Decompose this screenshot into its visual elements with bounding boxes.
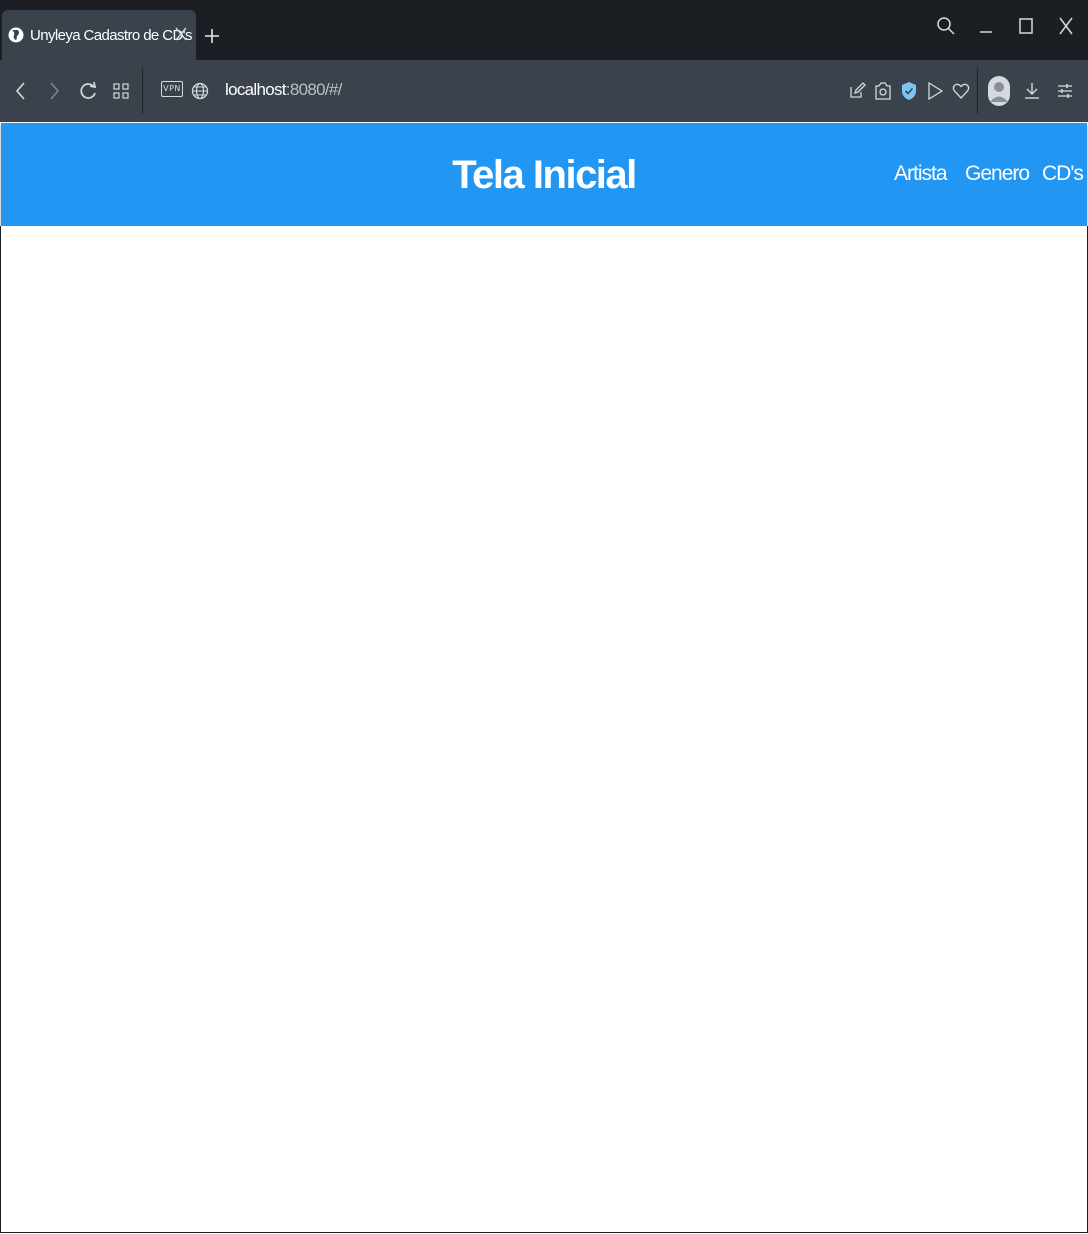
download-icon[interactable] [1018, 77, 1046, 105]
heart-icon[interactable] [947, 77, 975, 105]
close-window-icon[interactable] [1054, 14, 1078, 38]
minimize-icon[interactable] [974, 14, 998, 38]
browser-tab[interactable]: Unyleya Cadastro de CD's [2, 10, 196, 60]
maximize-icon[interactable] [1014, 14, 1038, 38]
url-host: localhost [225, 80, 286, 99]
snapshot-icon[interactable] [869, 77, 897, 105]
site-info-globe-icon[interactable] [186, 77, 214, 105]
profile-avatar-icon[interactable] [985, 76, 1013, 106]
nav-link-cds[interactable]: CD's [1042, 162, 1084, 186]
edit-page-icon[interactable] [843, 77, 871, 105]
nav-link-artista[interactable]: Artista [894, 162, 948, 186]
forward-icon[interactable] [40, 77, 68, 105]
player-icon[interactable] [921, 77, 949, 105]
app-toolbar: Tela Inicial Artista Genero CD's [1, 123, 1087, 226]
toolbar-divider [977, 68, 978, 114]
speed-dial-icon[interactable] [107, 77, 135, 105]
tab-title: Unyleya Cadastro de CD's [30, 26, 192, 44]
new-tab-icon[interactable] [200, 24, 224, 48]
address-bar[interactable]: localhost:8080/#/ [225, 80, 342, 100]
vpn-badge[interactable]: VPN [161, 81, 183, 97]
reload-icon[interactable] [74, 77, 102, 105]
nav-link-genero[interactable]: Genero [965, 162, 1030, 186]
shield-icon[interactable] [895, 77, 923, 105]
globe-icon [8, 27, 24, 43]
url-path: :8080/#/ [285, 80, 343, 99]
browser-toolbar: VPN localhost:8080/#/ [0, 60, 1088, 122]
toolbar-divider [142, 68, 143, 114]
settings-sliders-icon[interactable] [1051, 77, 1079, 105]
back-icon[interactable] [7, 77, 35, 105]
search-icon[interactable] [934, 14, 958, 38]
main-content [0, 226, 1088, 1233]
browser-tab-strip: Unyleya Cadastro de CD's [0, 0, 1088, 60]
close-tab-icon[interactable] [172, 25, 190, 43]
